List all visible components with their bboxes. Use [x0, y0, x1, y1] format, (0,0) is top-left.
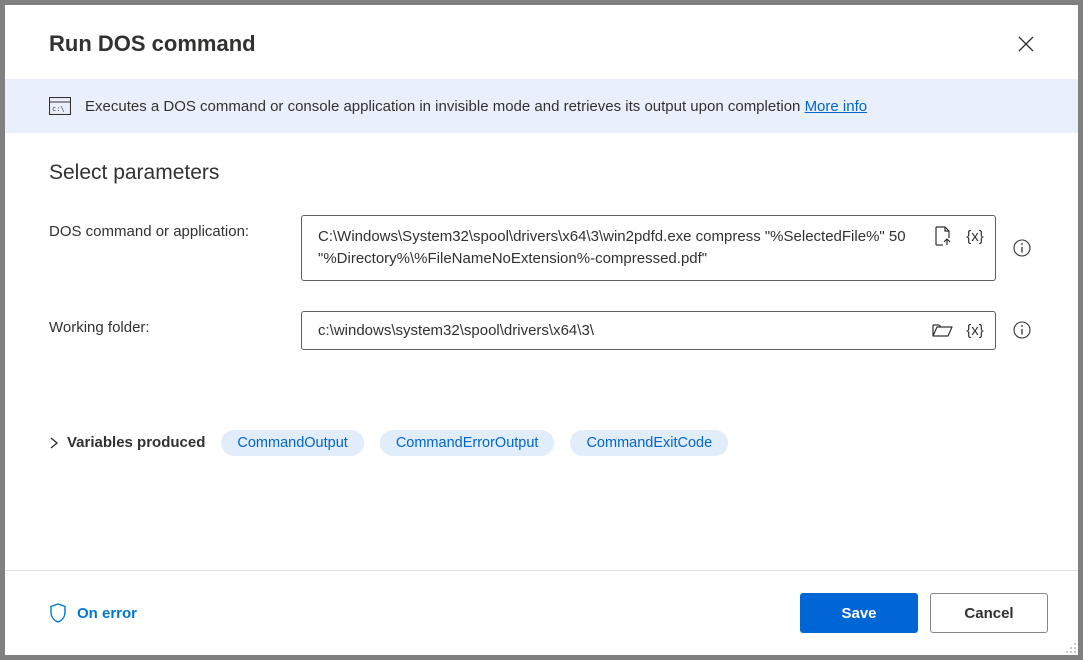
dialog-body: Select parameters DOS command or applica…: [5, 133, 1078, 570]
folder-input[interactable]: c:\windows\system32\spool\drivers\x64\3\…: [301, 311, 996, 350]
cancel-button[interactable]: Cancel: [930, 593, 1048, 633]
banner-text: Executes a DOS command or console applic…: [85, 98, 867, 115]
folder-open-icon: [932, 322, 954, 338]
close-button[interactable]: [1014, 32, 1038, 56]
on-error-button[interactable]: On error: [49, 603, 137, 623]
dialog-container: Run DOS command c:\ Executes a DOS comma…: [5, 5, 1078, 655]
command-input-wrap: C:\Windows\System32\spool\drivers\x64\3\…: [301, 215, 1034, 281]
command-input[interactable]: C:\Windows\System32\spool\drivers\x64\3\…: [301, 215, 996, 281]
variable-chip[interactable]: CommandOutput: [221, 430, 363, 456]
command-label: DOS command or application:: [49, 215, 285, 240]
dialog-header: Run DOS command: [5, 5, 1078, 79]
dialog-title: Run DOS command: [49, 31, 256, 57]
info-icon: [1013, 321, 1031, 339]
folder-input-icons: {x}: [931, 318, 987, 342]
command-input-value: C:\Windows\System32\spool\drivers\x64\3\…: [314, 216, 931, 280]
folder-picker-button[interactable]: [931, 318, 955, 342]
param-row-command: DOS command or application: C:\Windows\S…: [49, 215, 1034, 281]
command-info-button[interactable]: [1010, 236, 1034, 260]
save-button[interactable]: Save: [800, 593, 918, 633]
terminal-icon: c:\: [49, 97, 71, 115]
variable-picker-button[interactable]: {x}: [963, 224, 987, 248]
variables-label: Variables produced: [67, 434, 205, 451]
shield-icon: [49, 603, 67, 623]
command-input-icons: {x}: [931, 216, 987, 248]
footer-actions: Save Cancel: [800, 593, 1048, 633]
variable-icon: {x}: [966, 322, 984, 339]
file-picker-button[interactable]: [931, 224, 955, 248]
info-banner: c:\ Executes a DOS command or console ap…: [5, 79, 1078, 133]
variable-icon: {x}: [966, 228, 984, 245]
variable-picker-button[interactable]: {x}: [963, 318, 987, 342]
on-error-label: On error: [77, 605, 137, 622]
variable-chip[interactable]: CommandErrorOutput: [380, 430, 555, 456]
dialog-footer: On error Save Cancel: [5, 570, 1078, 655]
resize-grip-icon[interactable]: [1063, 640, 1077, 654]
variables-toggle[interactable]: Variables produced: [49, 434, 205, 451]
section-title: Select parameters: [49, 161, 1034, 185]
folder-label: Working folder:: [49, 311, 285, 336]
svg-text:c:\: c:\: [52, 105, 65, 113]
folder-info-button[interactable]: [1010, 318, 1034, 342]
folder-input-value: c:\windows\system32\spool\drivers\x64\3\: [314, 312, 931, 349]
info-icon: [1013, 239, 1031, 257]
more-info-link[interactable]: More info: [805, 98, 868, 115]
variables-row: Variables produced CommandOutput Command…: [49, 430, 1034, 456]
chevron-right-icon: [49, 437, 59, 449]
file-arrow-icon: [934, 226, 952, 246]
variable-chip[interactable]: CommandExitCode: [570, 430, 728, 456]
param-row-folder: Working folder: c:\windows\system32\spoo…: [49, 311, 1034, 350]
folder-input-wrap: c:\windows\system32\spool\drivers\x64\3\…: [301, 311, 1034, 350]
close-icon: [1018, 36, 1034, 52]
